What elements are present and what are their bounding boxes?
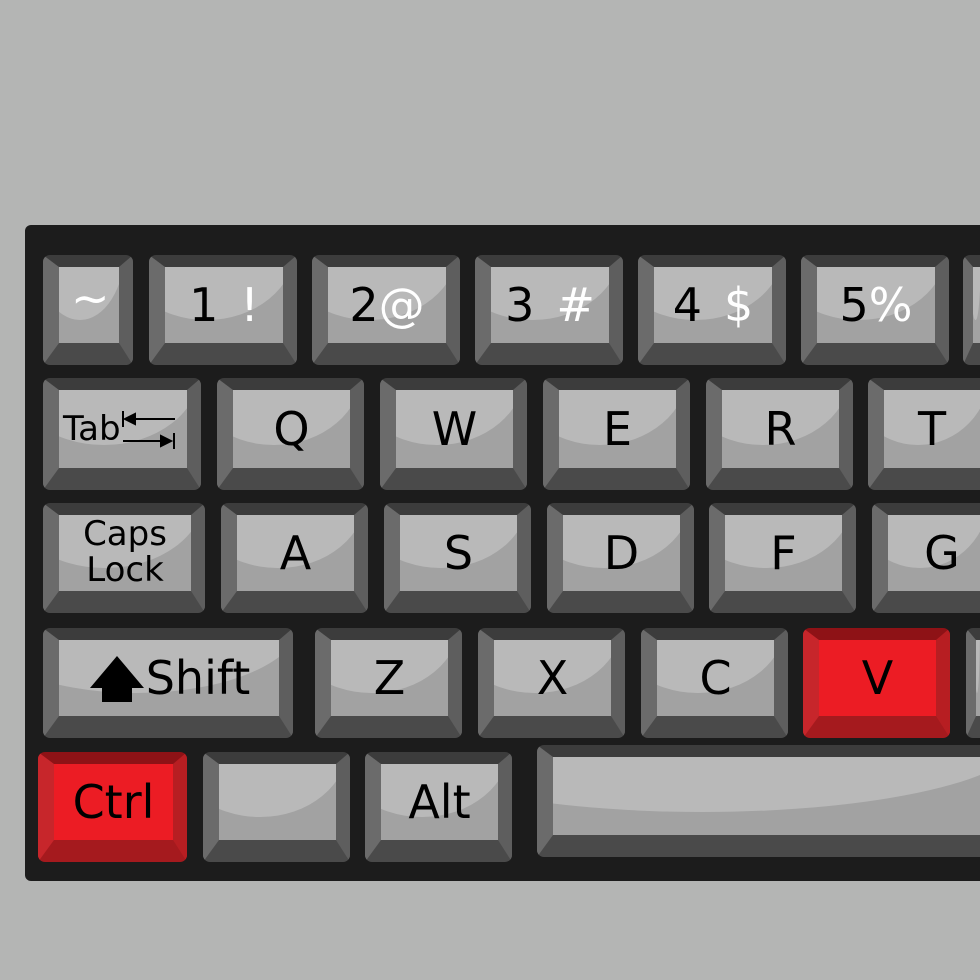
key-5[interactable]: 5%	[801, 255, 949, 365]
key-caps-lock[interactable]: Caps Lock	[43, 503, 205, 613]
key-1[interactable]: 1!	[149, 255, 297, 365]
key-f[interactable]: F	[709, 503, 856, 613]
key-tab[interactable]: Tab	[43, 378, 201, 490]
key-g[interactable]: G	[872, 503, 980, 613]
key-fn[interactable]	[203, 752, 350, 862]
key-ctrl-highlighted[interactable]: Ctrl	[38, 752, 187, 862]
key-tilde[interactable]: ~	[43, 255, 133, 365]
tab-arrows-icon	[121, 411, 175, 449]
key-4[interactable]: 4 $	[638, 255, 786, 365]
key-t[interactable]: T	[868, 378, 980, 490]
key-s[interactable]: S	[384, 503, 531, 613]
key-6[interactable]	[963, 255, 980, 365]
key-2[interactable]: 2 @	[312, 255, 460, 365]
key-r[interactable]: R	[706, 378, 853, 490]
key-space[interactable]	[537, 745, 980, 857]
key-c[interactable]: C	[641, 628, 788, 738]
key-b[interactable]	[966, 628, 980, 738]
key-w[interactable]: W	[380, 378, 527, 490]
key-3[interactable]: 3 #	[475, 255, 623, 365]
key-d[interactable]: D	[547, 503, 694, 613]
key-alt[interactable]: Alt	[365, 752, 512, 862]
key-x[interactable]: X	[478, 628, 625, 738]
key-z[interactable]: Z	[315, 628, 462, 738]
shift-arrow-icon	[89, 656, 144, 702]
key-shift[interactable]: Shift	[43, 628, 293, 738]
key-q[interactable]: Q	[217, 378, 364, 490]
key-v-highlighted[interactable]: V	[803, 628, 950, 738]
key-e[interactable]: E	[543, 378, 690, 490]
key-a[interactable]: A	[221, 503, 368, 613]
